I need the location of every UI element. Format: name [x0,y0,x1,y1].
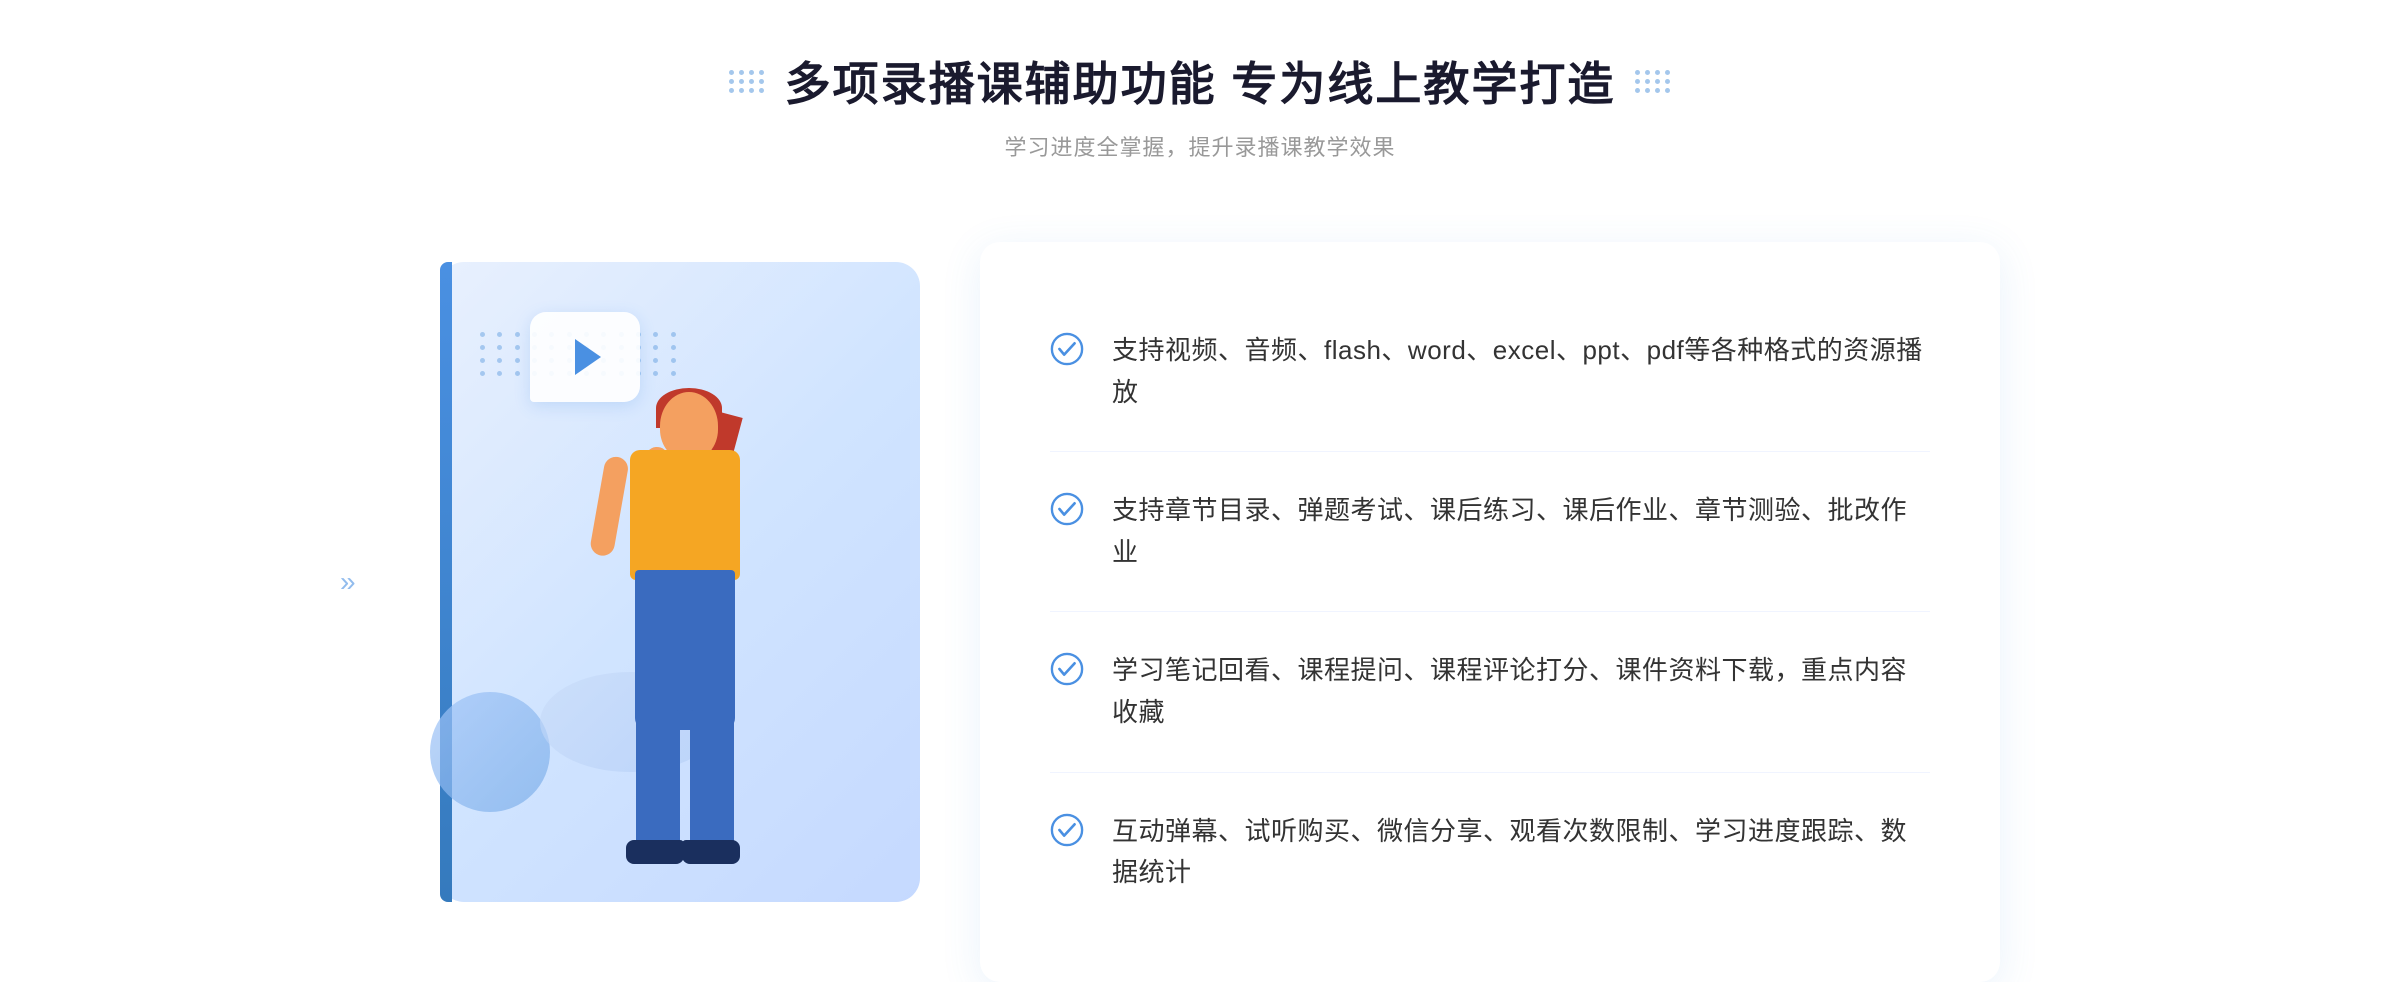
feature-item-4: 互动弹幕、试听购买、微信分享、观看次数限制、学习进度跟踪、数据统计 [1050,773,1930,932]
header-section: 多项录播课辅助功能 专为线上教学打造 学习进度全掌握，提升录播课教学效果 [729,48,1672,162]
feature-item-1: 支持视频、音频、flash、word、excel、ppt、pdf等各种格式的资源… [1050,292,1930,452]
feature-text-1: 支持视频、音频、flash、word、excel、ppt、pdf等各种格式的资源… [1112,330,1930,413]
person-arm-left [589,455,630,558]
person-leg-left [636,710,680,850]
person-figure [500,352,800,932]
main-title: 多项录播课辅助功能 专为线上教学打造 [785,48,1616,114]
check-icon-1 [1050,332,1084,366]
feature-item-2: 支持章节目录、弹题考试、课后练习、课后作业、章节测验、批改作业 [1050,452,1930,612]
person-leg-right [690,710,734,850]
feature-text-4: 互动弹幕、试听购买、微信分享、观看次数限制、学习进度跟踪、数据统计 [1112,811,1930,894]
chevron-icon-1: » [340,568,356,596]
person-shoe-right [682,840,740,864]
left-decorative-dots [729,70,765,93]
person-pants [635,570,735,730]
left-chevrons: » [340,568,356,596]
blue-accent [440,262,452,902]
check-icon-4 [1050,813,1084,847]
illustration-panel: » [400,232,960,932]
check-icon-3 [1050,652,1084,686]
page-wrapper: 多项录播课辅助功能 专为线上教学打造 学习进度全掌握，提升录播课教学效果 » [0,48,2400,982]
content-area: » [400,212,2000,982]
person-shirt [630,450,740,580]
person-shoe-left [626,840,684,864]
feature-item-3: 学习笔记回看、课程提问、课程评论打分、课件资料下载，重点内容收藏 [1050,612,1930,772]
title-row: 多项录播课辅助功能 专为线上教学打造 [729,48,1672,114]
check-icon-2 [1050,492,1084,526]
subtitle: 学习进度全掌握，提升录播课教学效果 [1004,130,1395,162]
right-decorative-dots [1635,70,1671,93]
features-panel: 支持视频、音频、flash、word、excel、ppt、pdf等各种格式的资源… [980,242,2000,982]
person-body [500,352,800,932]
feature-text-2: 支持章节目录、弹题考试、课后练习、课后作业、章节测验、批改作业 [1112,490,1930,573]
feature-text-3: 学习笔记回看、课程提问、课程评论打分、课件资料下载，重点内容收藏 [1112,650,1930,733]
